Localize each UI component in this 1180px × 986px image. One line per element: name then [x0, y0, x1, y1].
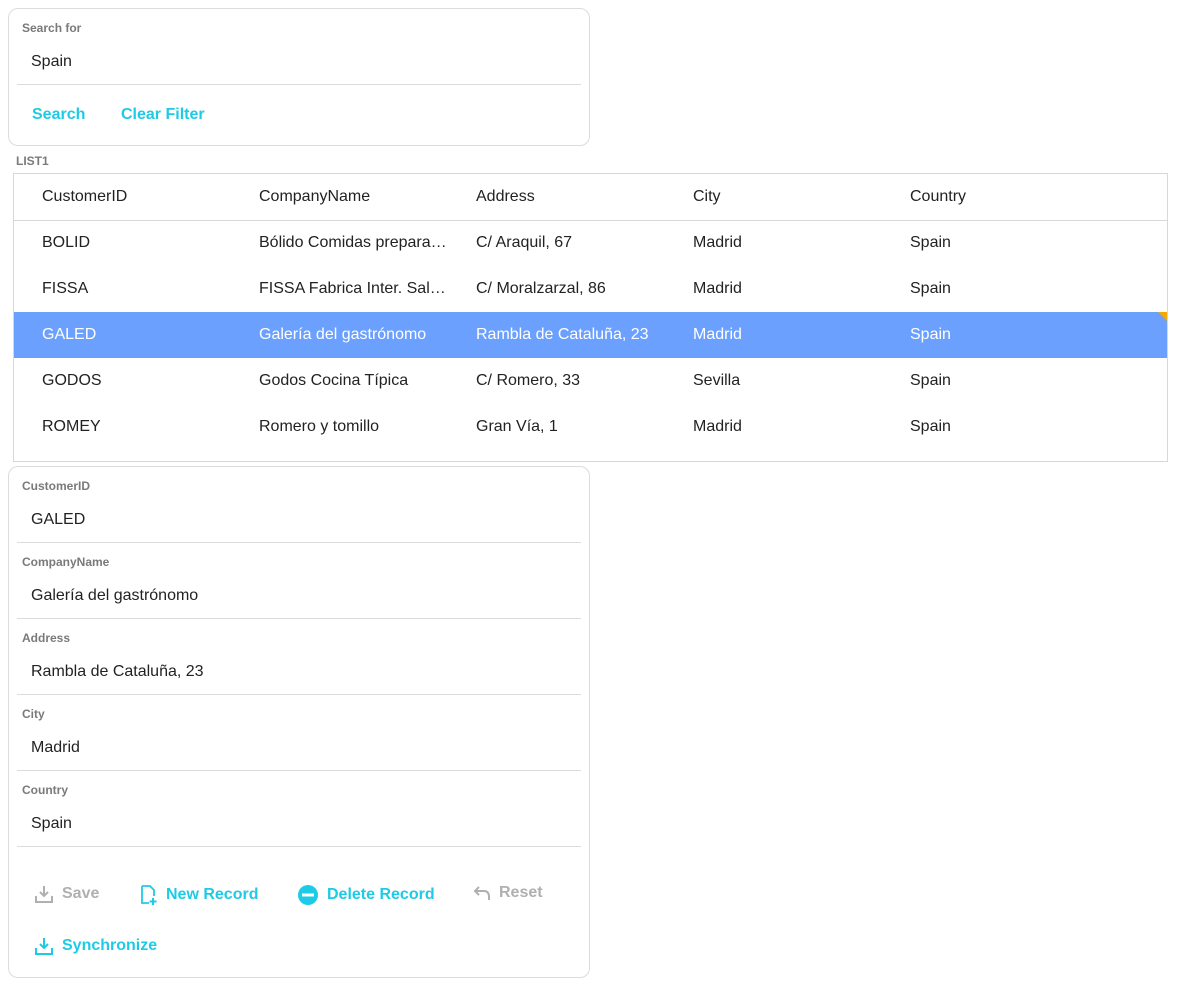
delete-record-button[interactable]: Delete Record [297, 884, 435, 906]
selection-marker [1158, 312, 1167, 321]
column-header-city[interactable]: City [693, 174, 883, 220]
cell-customerid: FISSA [42, 280, 89, 297]
cell-address: C/ Moralzarzal, 86 [476, 280, 606, 297]
companyname-label: CompanyName [22, 555, 110, 569]
search-input[interactable]: Spain [31, 53, 72, 71]
column-header-address[interactable]: Address [476, 174, 666, 220]
new-document-icon [141, 885, 157, 905]
cell-customerid: GODOS [42, 372, 102, 389]
detail-form-panel: CustomerID GALED CompanyName Galería del… [8, 466, 590, 978]
column-header-country[interactable]: Country [910, 174, 1100, 220]
city-field[interactable]: Madrid [31, 739, 80, 757]
address-field[interactable]: Rambla de Cataluña, 23 [31, 663, 204, 681]
column-header-companyname[interactable]: CompanyName [259, 174, 449, 220]
country-label: Country [22, 783, 68, 797]
save-button[interactable]: Save [34, 884, 99, 904]
cell-city: Sevilla [693, 372, 741, 389]
cell-country: Spain [910, 372, 951, 389]
undo-arrow-icon [473, 886, 490, 900]
cell-companyname: Romero y tomillo [259, 418, 380, 435]
cell-companyname: Godos Cocina Típica [259, 372, 409, 389]
cell-city: Madrid [693, 418, 742, 435]
cell-country: Spain [910, 326, 951, 343]
cell-address: C/ Araquil, 67 [476, 234, 573, 251]
search-input-underline [17, 84, 581, 85]
cell-country: Spain [910, 234, 951, 251]
customerid-label: CustomerID [22, 479, 91, 493]
search-panel: Search for Spain Search Clear Filter [8, 8, 590, 146]
cell-customerid: ROMEY [42, 418, 101, 435]
cell-city: Madrid [693, 234, 742, 251]
new-record-label: New Record [166, 886, 259, 903]
table-row[interactable]: GODOS Godos Cocina Típica C/ Romero, 33 … [14, 358, 1167, 404]
table-row-selected[interactable]: GALED Galería del gastrónomo Rambla de C… [14, 312, 1167, 358]
column-header-customerid[interactable]: CustomerID [42, 174, 242, 220]
address-label: Address [22, 631, 71, 645]
country-underline [17, 846, 581, 847]
cell-city: Madrid [693, 326, 742, 343]
customerid-underline [17, 542, 581, 543]
city-label: City [22, 707, 45, 721]
cell-customerid: GALED [42, 326, 97, 343]
clear-filter-button[interactable]: Clear Filter [121, 106, 205, 124]
synchronize-button[interactable]: Synchronize [34, 936, 157, 956]
cell-address: C/ Romero, 33 [476, 372, 581, 389]
table-row[interactable]: FISSA FISSA Fabrica Inter. Salchichas S.… [14, 266, 1167, 312]
cell-companyname: FISSA Fabrica Inter. Salchichas S.A. [259, 280, 449, 297]
sync-download-icon [35, 938, 53, 955]
cell-country: Spain [910, 418, 951, 435]
companyname-field[interactable]: Galería del gastrónomo [31, 587, 198, 605]
table-row[interactable]: BOLID Bólido Comidas preparadas C/ Araqu… [14, 220, 1167, 266]
reset-label: Reset [499, 884, 543, 901]
cell-customerid: BOLID [42, 234, 91, 251]
search-label: Search for [22, 21, 82, 35]
new-record-button[interactable]: New Record [140, 884, 258, 906]
search-button[interactable]: Search [32, 106, 85, 124]
synchronize-label: Synchronize [62, 937, 158, 954]
cell-city: Madrid [693, 280, 742, 297]
table-row[interactable]: ROMEY Romero y tomillo Gran Vía, 1 Madri… [14, 404, 1167, 450]
customerid-field[interactable]: GALED [31, 511, 85, 529]
cell-companyname: Bólido Comidas preparadas [259, 234, 449, 251]
address-underline [17, 694, 581, 695]
cell-country: Spain [910, 280, 951, 297]
reset-button[interactable]: Reset [473, 884, 543, 902]
companyname-underline [17, 618, 581, 619]
customer-grid: CustomerID CompanyName Address City Coun… [13, 173, 1168, 462]
cell-companyname: Galería del gastrónomo [259, 326, 427, 343]
cell-address: Rambla de Cataluña, 23 [476, 326, 649, 343]
save-label: Save [62, 885, 100, 902]
grid-header-row: CustomerID CompanyName Address City Coun… [14, 174, 1167, 221]
save-download-icon [35, 886, 53, 903]
country-field[interactable]: Spain [31, 815, 72, 833]
list-label: LIST1 [16, 154, 49, 168]
minus-circle-icon [298, 885, 318, 905]
city-underline [17, 770, 581, 771]
cell-address: Gran Vía, 1 [476, 418, 558, 435]
delete-record-label: Delete Record [327, 886, 435, 903]
